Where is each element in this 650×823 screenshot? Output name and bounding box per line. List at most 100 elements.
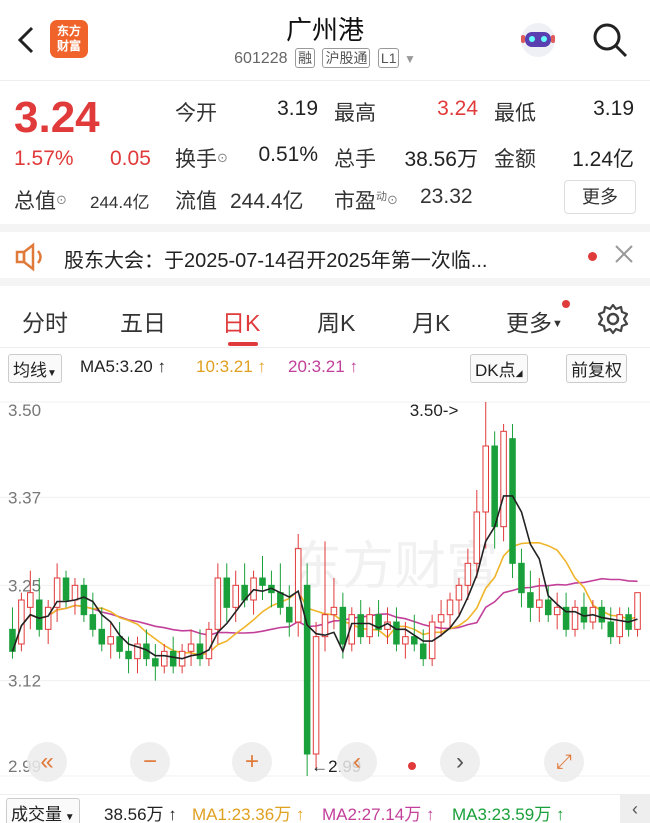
volume-value: 38.56万	[404, 148, 478, 171]
candle-body	[169, 650, 177, 667]
info-icon[interactable]: ⊙	[387, 192, 398, 207]
volume-ma1: MA1:23.36万 ↑	[192, 805, 305, 823]
chevron-down-icon: ▼	[552, 318, 563, 330]
low-value: 3.19	[593, 97, 634, 120]
tab-more[interactable]: 更多▼	[506, 304, 563, 338]
tab-weekly-k[interactable]: 周K	[317, 304, 355, 338]
zoom-out-button[interactable]: −	[130, 742, 170, 782]
amount-value: 1.24亿	[572, 148, 634, 171]
change-percent: 1.57%	[14, 147, 74, 170]
volume-value: 38.56万 ↑	[104, 805, 177, 823]
fullscreen-button[interactable]: ⤢	[544, 742, 584, 782]
candle	[196, 629, 204, 666]
candle-body	[553, 606, 561, 616]
adjust-dropdown[interactable]: 前复权	[566, 354, 627, 383]
turnover-label[interactable]: 换手⊙	[175, 143, 228, 173]
candle-body	[544, 599, 552, 616]
candle-body	[286, 606, 293, 623]
candle-body	[44, 606, 52, 630]
candle-body	[571, 606, 579, 630]
connect-tag: 沪股通	[322, 48, 371, 68]
candle	[527, 570, 534, 622]
candle-body	[419, 643, 427, 660]
candle	[500, 424, 507, 542]
info-icon[interactable]: ⊙	[217, 150, 228, 165]
candle	[366, 607, 373, 644]
candle-body	[27, 592, 34, 608]
turnover-label-text: 换手	[175, 148, 217, 171]
tab-daily-k[interactable]: 日K	[222, 304, 260, 338]
candle-body	[232, 584, 239, 608]
pe-label[interactable]: 市盈动⊙	[334, 185, 398, 215]
candle-body	[437, 614, 445, 623]
indicator-bar: 均线▼ MA5:3.20 ↑ 10:3.21 ↑ 20:3.21 ↑ DK点◢ …	[0, 350, 650, 384]
candle-body	[312, 636, 320, 755]
chevron-down-icon[interactable]: ▼	[404, 52, 416, 66]
robot-assistant-icon[interactable]	[516, 18, 560, 62]
search-icon[interactable]	[590, 20, 630, 60]
candle-body	[500, 430, 507, 528]
tab-monthly-k[interactable]: 月K	[412, 304, 450, 338]
rewind-button[interactable]: «	[27, 742, 67, 782]
active-tab-indicator	[228, 342, 258, 346]
candle	[259, 556, 266, 600]
close-icon[interactable]	[612, 242, 636, 266]
dk-label: DK点	[475, 361, 516, 380]
tab-five-day[interactable]: 五日	[120, 304, 166, 338]
candles	[9, 402, 641, 776]
candle-body	[339, 606, 347, 645]
candle	[312, 622, 320, 769]
candle	[44, 600, 52, 644]
zoom-in-button[interactable]: +	[232, 742, 272, 782]
ma5-value: MA5:3.20 ↑	[80, 357, 166, 376]
candle-body	[491, 445, 498, 528]
candle-body	[196, 643, 204, 660]
announcement-bar[interactable]: 股东大会：于2025-07-14召开2025年第一次临...	[0, 224, 650, 286]
volume-ma2: MA2:27.14万 ↑	[322, 805, 435, 823]
speaker-icon	[15, 242, 42, 272]
market-cap-value: 244.4亿	[90, 193, 150, 212]
candle-body	[62, 577, 70, 601]
candle	[89, 592, 97, 637]
low-label: 最低	[494, 102, 536, 125]
y-tick-label: 3.50	[8, 401, 41, 420]
candle-body	[125, 650, 132, 660]
open-label: 今开	[175, 102, 217, 125]
candle	[294, 534, 302, 637]
volume-label: 总手	[334, 148, 376, 171]
candle-body	[259, 577, 266, 586]
market-cap-label[interactable]: 总值⊙	[14, 185, 67, 215]
tab-intraday[interactable]: 分时	[22, 304, 68, 338]
candle-body	[223, 577, 231, 608]
y-tick-label: 3.37	[8, 488, 41, 507]
candle	[152, 644, 159, 681]
candle-body	[187, 643, 195, 652]
candlestick-chart[interactable]: 东方财富 3.503.373.253.122.99 3.50->←2.99	[0, 384, 650, 794]
announcement-text[interactable]: 股东大会：于2025-07-14召开2025年第一次临...	[64, 244, 487, 273]
candle-body	[446, 599, 454, 616]
prev-button[interactable]: ‹	[337, 742, 377, 782]
candle	[116, 622, 123, 659]
info-icon[interactable]: ⊙	[56, 192, 67, 207]
candle	[53, 563, 61, 622]
quote-panel: 3.24 1.57% 0.05 今开 3.19 最高 3.24 最低 3.19 …	[0, 80, 650, 220]
more-button[interactable]: 更多	[564, 180, 636, 214]
volume-dropdown[interactable]: 成交量 ▼	[6, 798, 80, 823]
candle-body	[89, 614, 97, 630]
change-amount: 0.05	[110, 147, 151, 170]
candle-body	[321, 614, 329, 638]
volume-label: 成交量	[11, 805, 62, 823]
pe-sup: 动	[376, 191, 387, 203]
candle	[562, 592, 570, 637]
dk-point-dropdown[interactable]: DK点◢	[470, 354, 528, 383]
ma-type-dropdown[interactable]: 均线▼	[8, 354, 62, 383]
candle-body	[536, 599, 543, 608]
level-tag[interactable]: L1	[377, 48, 400, 68]
next-button[interactable]: ›	[440, 742, 480, 782]
candle	[482, 402, 490, 549]
volume-indicator-bar: 成交量 ▼ 38.56万 ↑ MA1:23.36万 ↑ MA2:27.14万 ↑…	[0, 794, 650, 823]
pe-label-text: 市盈	[334, 190, 376, 213]
candle	[536, 578, 543, 622]
gear-icon[interactable]	[596, 302, 630, 336]
collapse-button[interactable]: ‹	[620, 795, 650, 823]
